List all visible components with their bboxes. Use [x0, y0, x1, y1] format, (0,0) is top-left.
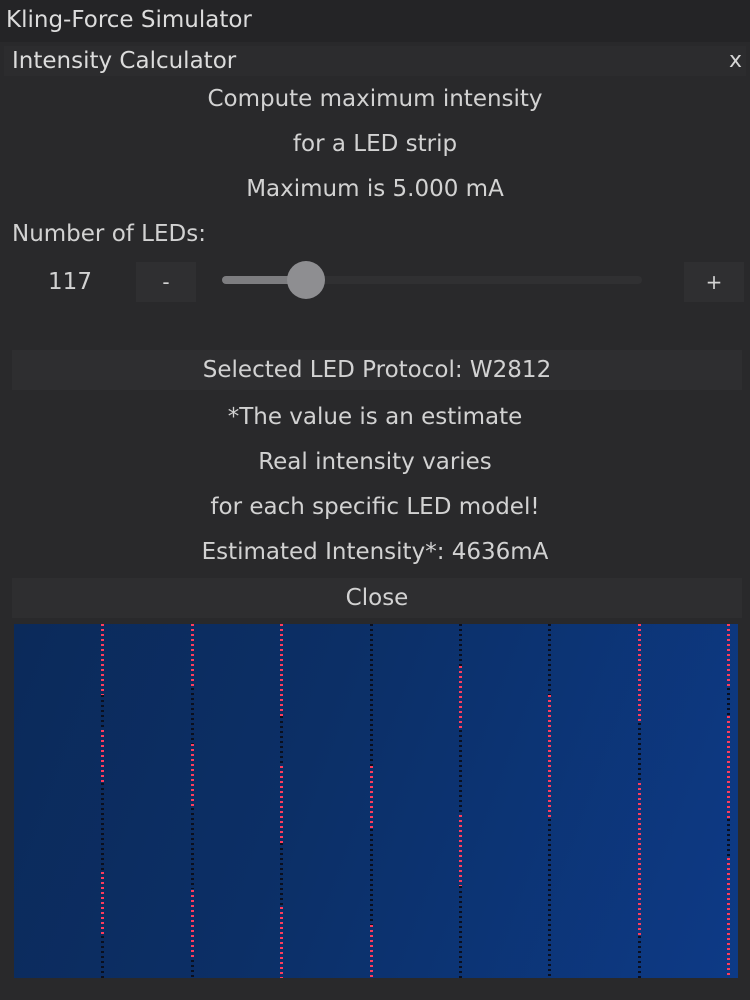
led-strip-segment — [727, 858, 730, 978]
increment-button[interactable]: + — [684, 262, 744, 302]
led-strip-segment — [191, 960, 194, 978]
protocol-panel: Selected LED Protocol: W2812 — [12, 350, 742, 390]
led-strip-segment — [370, 766, 373, 830]
led-strip-segment — [280, 716, 283, 766]
led-strip-segment — [191, 890, 194, 961]
led-strip-segment — [727, 819, 730, 858]
led-strip-segment — [638, 723, 641, 783]
led-strip-preview — [14, 624, 738, 978]
slider-thumb[interactable] — [287, 261, 325, 299]
led-count-value: 117 — [48, 269, 92, 295]
led-strip-segment — [191, 624, 194, 688]
led-strip-segment — [548, 819, 551, 978]
led-strip-segment — [638, 936, 641, 978]
led-strip-segment — [548, 624, 551, 695]
description-line-1: Compute maximum intensity — [207, 86, 543, 112]
led-strip-segment — [727, 716, 730, 819]
led-strip-segment — [727, 688, 730, 716]
led-strip-segment — [191, 808, 194, 889]
led-strip-segment — [101, 783, 104, 871]
led-strip-segment — [191, 744, 194, 808]
led-strip-segment — [370, 624, 373, 766]
led-strip-segment — [101, 624, 104, 695]
led-strip-segment — [280, 843, 283, 907]
led-strip-segment — [191, 688, 194, 745]
note-line-2: Real intensity varies — [258, 449, 492, 475]
estimated-intensity: Estimated Intensity*: 4636mA — [201, 539, 549, 565]
led-strip-segment — [280, 624, 283, 716]
dialog-title: Intensity Calculator — [12, 48, 237, 74]
note-line-3: for each specific LED model! — [210, 494, 540, 520]
led-strip-segment — [370, 829, 373, 925]
led-strip-segment — [459, 624, 462, 666]
close-button[interactable]: Close — [12, 578, 742, 618]
number-of-leds-label: Number of LEDs: — [12, 221, 206, 247]
protocol-text: Selected LED Protocol: W2812 — [202, 357, 552, 383]
led-strip-segment — [548, 695, 551, 819]
window-title: Kling-Force Simulator — [6, 7, 252, 33]
led-strip-segment — [280, 907, 283, 978]
led-strip-segment — [101, 730, 104, 783]
led-strip-segment — [370, 925, 373, 978]
led-strip-segment — [459, 666, 462, 730]
led-strip-segment — [459, 886, 462, 978]
led-strip-segment — [280, 766, 283, 844]
led-strip-segment — [101, 695, 104, 730]
maximum-text: Maximum is 5.000 mA — [246, 176, 504, 202]
app-window: Kling-Force Simulator Intensity Calculat… — [0, 0, 750, 1000]
led-strip-segment — [101, 872, 104, 936]
led-count-slider[interactable] — [222, 261, 642, 299]
led-strip-segment — [638, 783, 641, 935]
led-strip-segment — [459, 730, 462, 815]
led-strip-segment — [459, 815, 462, 886]
led-strip-segment — [727, 624, 730, 688]
note-line-1: *The value is an estimate — [227, 404, 523, 430]
led-strip-segment — [101, 936, 104, 978]
description-line-2: for a LED strip — [292, 131, 458, 157]
close-icon[interactable]: x — [729, 46, 742, 76]
decrement-button[interactable]: - — [136, 262, 196, 302]
dialog-titlebar: Intensity Calculator x — [4, 46, 746, 76]
led-strip-segment — [638, 624, 641, 723]
